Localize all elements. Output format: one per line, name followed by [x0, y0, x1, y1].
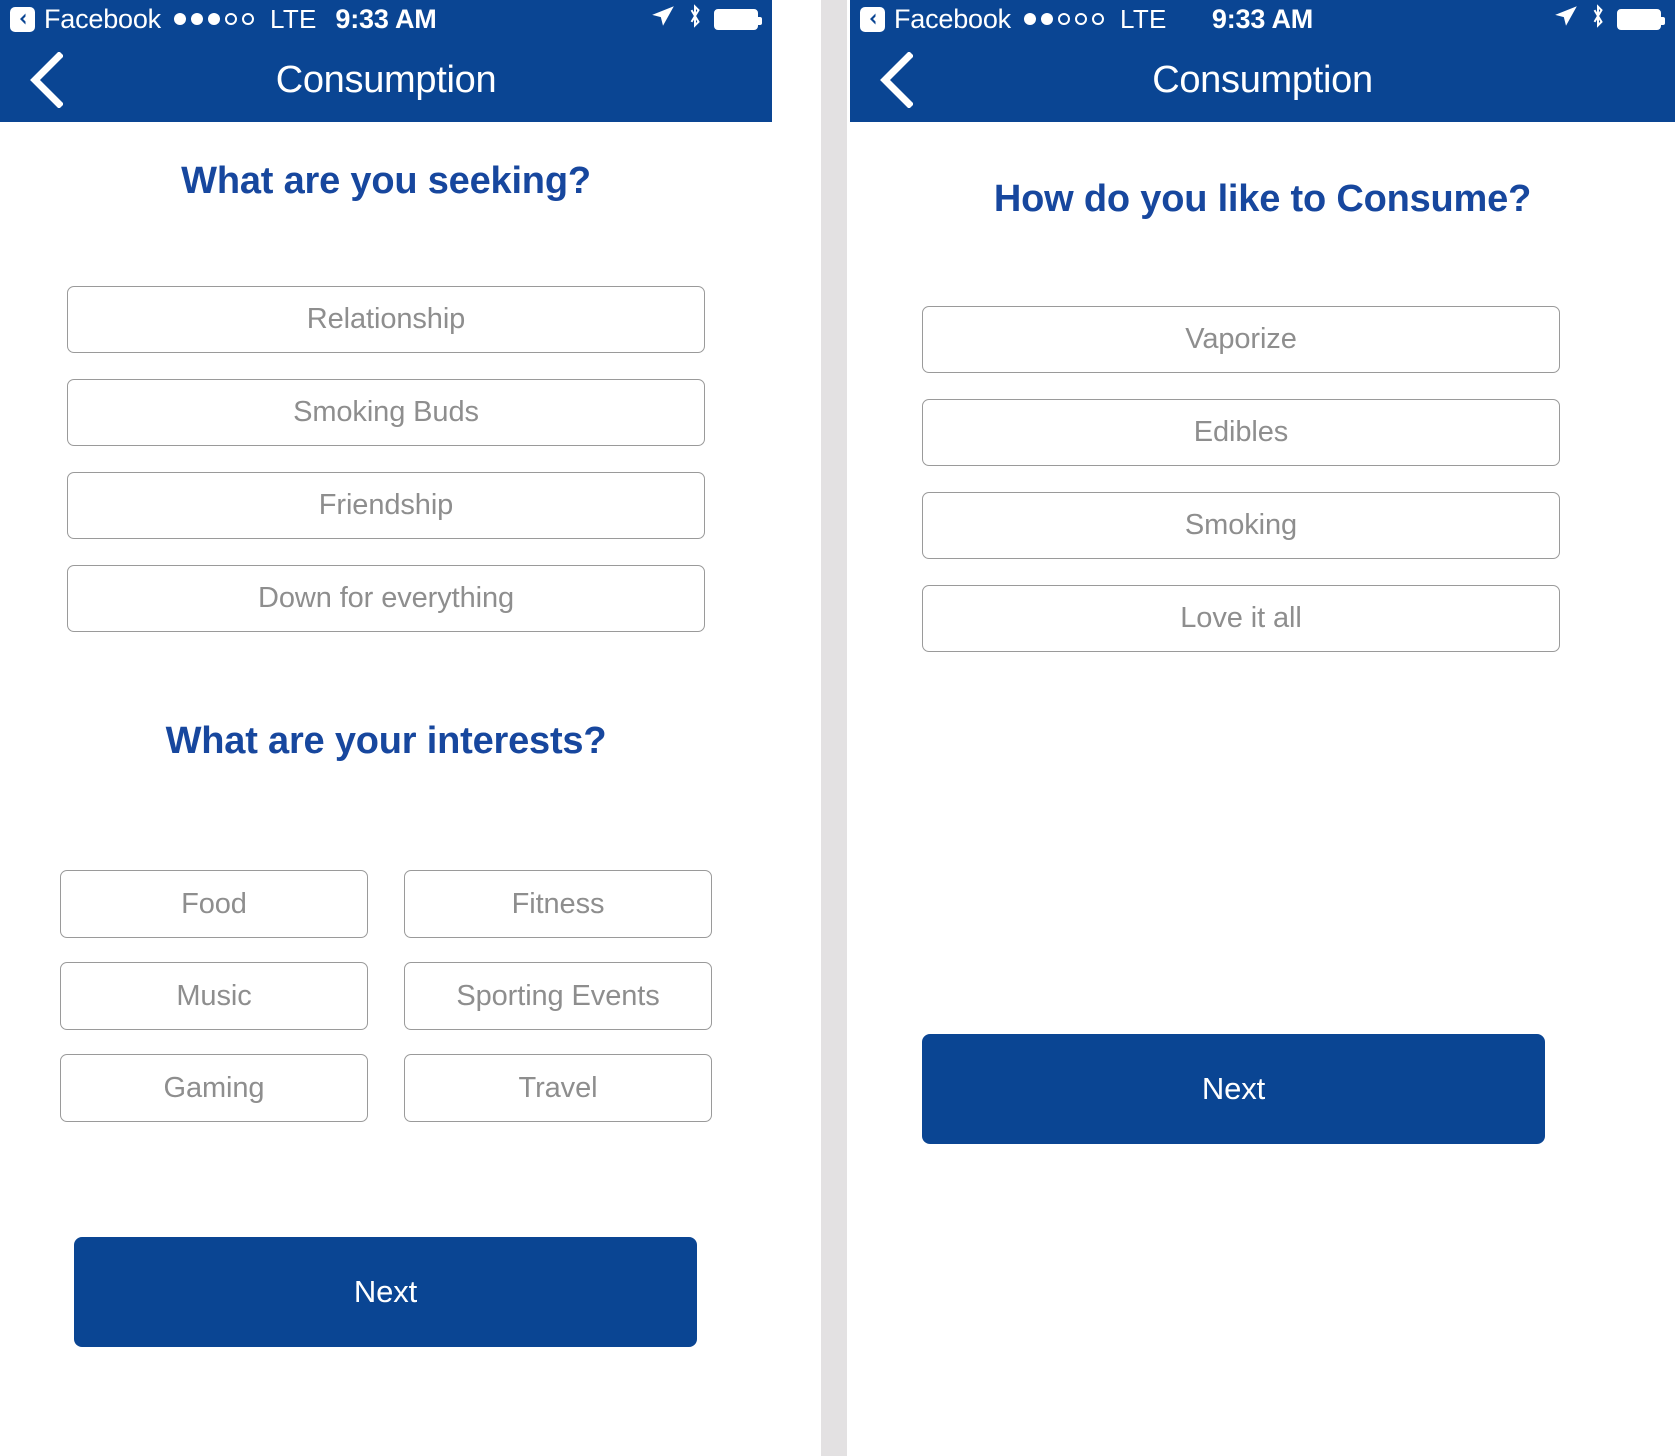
facebook-back-badge-icon[interactable]: [860, 6, 885, 32]
network-type-label: LTE: [1119, 3, 1167, 34]
location-arrow-icon: [650, 3, 676, 36]
page-title: Consumption: [275, 58, 497, 101]
battery-full-icon: [714, 8, 762, 30]
divider-bar: [821, 0, 847, 1456]
section-heading-consume: How do you like to Consume?: [993, 178, 1532, 220]
navigation-bar: Consumption: [850, 38, 1675, 122]
option-smoking-buds[interactable]: Smoking Buds: [67, 379, 705, 446]
signal-strength-dots: [1023, 13, 1104, 25]
back-app-label[interactable]: Facebook: [44, 5, 161, 33]
status-bar-right: [650, 2, 762, 37]
signal-dot-2: [190, 13, 203, 25]
option-relationship[interactable]: Relationship: [67, 286, 705, 353]
option-gaming[interactable]: Gaming: [60, 1054, 368, 1122]
navigation-bar: Consumption: [0, 38, 772, 122]
bluetooth-icon: [685, 2, 705, 37]
signal-dot-3: [207, 13, 220, 25]
phone-screen-seeking-interests: Facebook LTE 9:33 AM Consumption What ar…: [0, 0, 772, 1456]
signal-dot-5: [241, 13, 254, 25]
back-chevron-icon[interactable]: [18, 49, 74, 111]
screen-content: How do you like to Consume? Vaporize Edi…: [850, 122, 1675, 1456]
signal-dot-2: [1040, 13, 1053, 25]
signal-strength-dots: [173, 13, 254, 25]
option-smoking[interactable]: Smoking: [922, 492, 1560, 559]
option-food[interactable]: Food: [60, 870, 368, 938]
option-fitness[interactable]: Fitness: [404, 870, 712, 938]
seeking-options-list: Relationship Smoking Buds Friendship Dow…: [67, 286, 705, 658]
status-bar-right: [1553, 2, 1665, 37]
bluetooth-icon: [1588, 2, 1608, 37]
screen-divider: [772, 0, 850, 1456]
battery-full-icon: [1617, 8, 1665, 30]
back-app-label[interactable]: Facebook: [894, 5, 1011, 33]
option-music[interactable]: Music: [60, 962, 368, 1030]
facebook-back-badge-icon[interactable]: [10, 6, 35, 32]
status-bar: Facebook LTE 9:33 AM: [850, 0, 1675, 38]
phone-screen-consumption-method: Facebook LTE 9:33 AM Consumption How do …: [850, 0, 1675, 1456]
page-title: Consumption: [1152, 58, 1373, 101]
option-friendship[interactable]: Friendship: [67, 472, 705, 539]
status-bar-left: Facebook LTE: [10, 4, 317, 35]
signal-dot-4: [224, 13, 237, 25]
location-arrow-icon: [1553, 3, 1579, 36]
option-love-it-all[interactable]: Love it all: [922, 585, 1560, 652]
option-edibles[interactable]: Edibles: [922, 399, 1560, 466]
next-button[interactable]: Next: [922, 1034, 1545, 1144]
dual-screen-comparison: Facebook LTE 9:33 AM Consumption What ar…: [0, 0, 1675, 1456]
signal-dot-1: [173, 13, 186, 25]
option-sporting-events[interactable]: Sporting Events: [404, 962, 712, 1030]
option-down-for-everything[interactable]: Down for everything: [67, 565, 705, 632]
screen-content: What are you seeking? Relationship Smoki…: [0, 122, 772, 1456]
signal-dot-1: [1023, 13, 1036, 25]
option-vaporize[interactable]: Vaporize: [922, 306, 1560, 373]
status-bar: Facebook LTE 9:33 AM: [0, 0, 772, 38]
signal-dot-3: [1057, 13, 1070, 25]
section-heading-interests: What are your interests?: [165, 720, 607, 762]
status-bar-left: Facebook LTE: [860, 4, 1167, 35]
network-type-label: LTE: [269, 3, 317, 34]
signal-dot-5: [1091, 13, 1104, 25]
signal-dot-4: [1074, 13, 1087, 25]
section-heading-seeking: What are you seeking?: [181, 160, 591, 202]
consumption-options-list: Vaporize Edibles Smoking Love it all: [922, 306, 1560, 678]
back-chevron-icon[interactable]: [868, 49, 924, 111]
interests-options-grid: Food Fitness Music Sporting Events Gamin…: [60, 870, 712, 1122]
option-travel[interactable]: Travel: [404, 1054, 712, 1122]
next-button[interactable]: Next: [74, 1237, 697, 1347]
